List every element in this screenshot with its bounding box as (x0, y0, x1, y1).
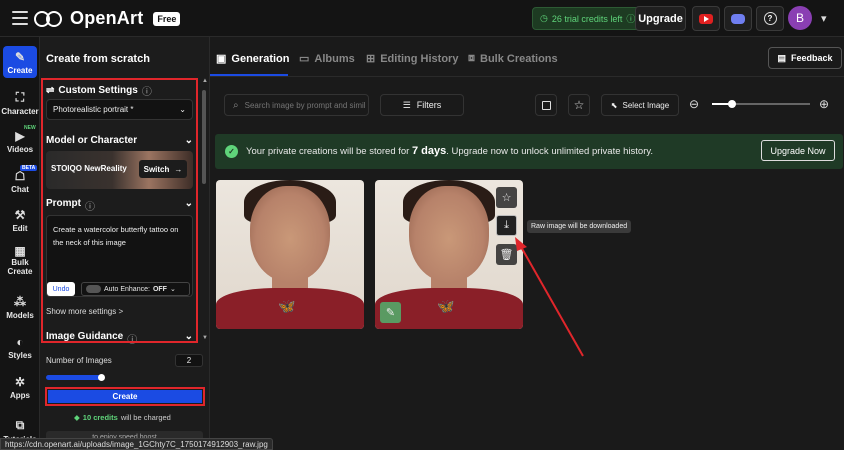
annotation-arrow (515, 237, 584, 357)
arrow-line (519, 244, 584, 357)
arrow-head (515, 237, 527, 251)
status-url-bar: https://cdn.openart.ai/uploads/image_1GC… (0, 438, 273, 450)
